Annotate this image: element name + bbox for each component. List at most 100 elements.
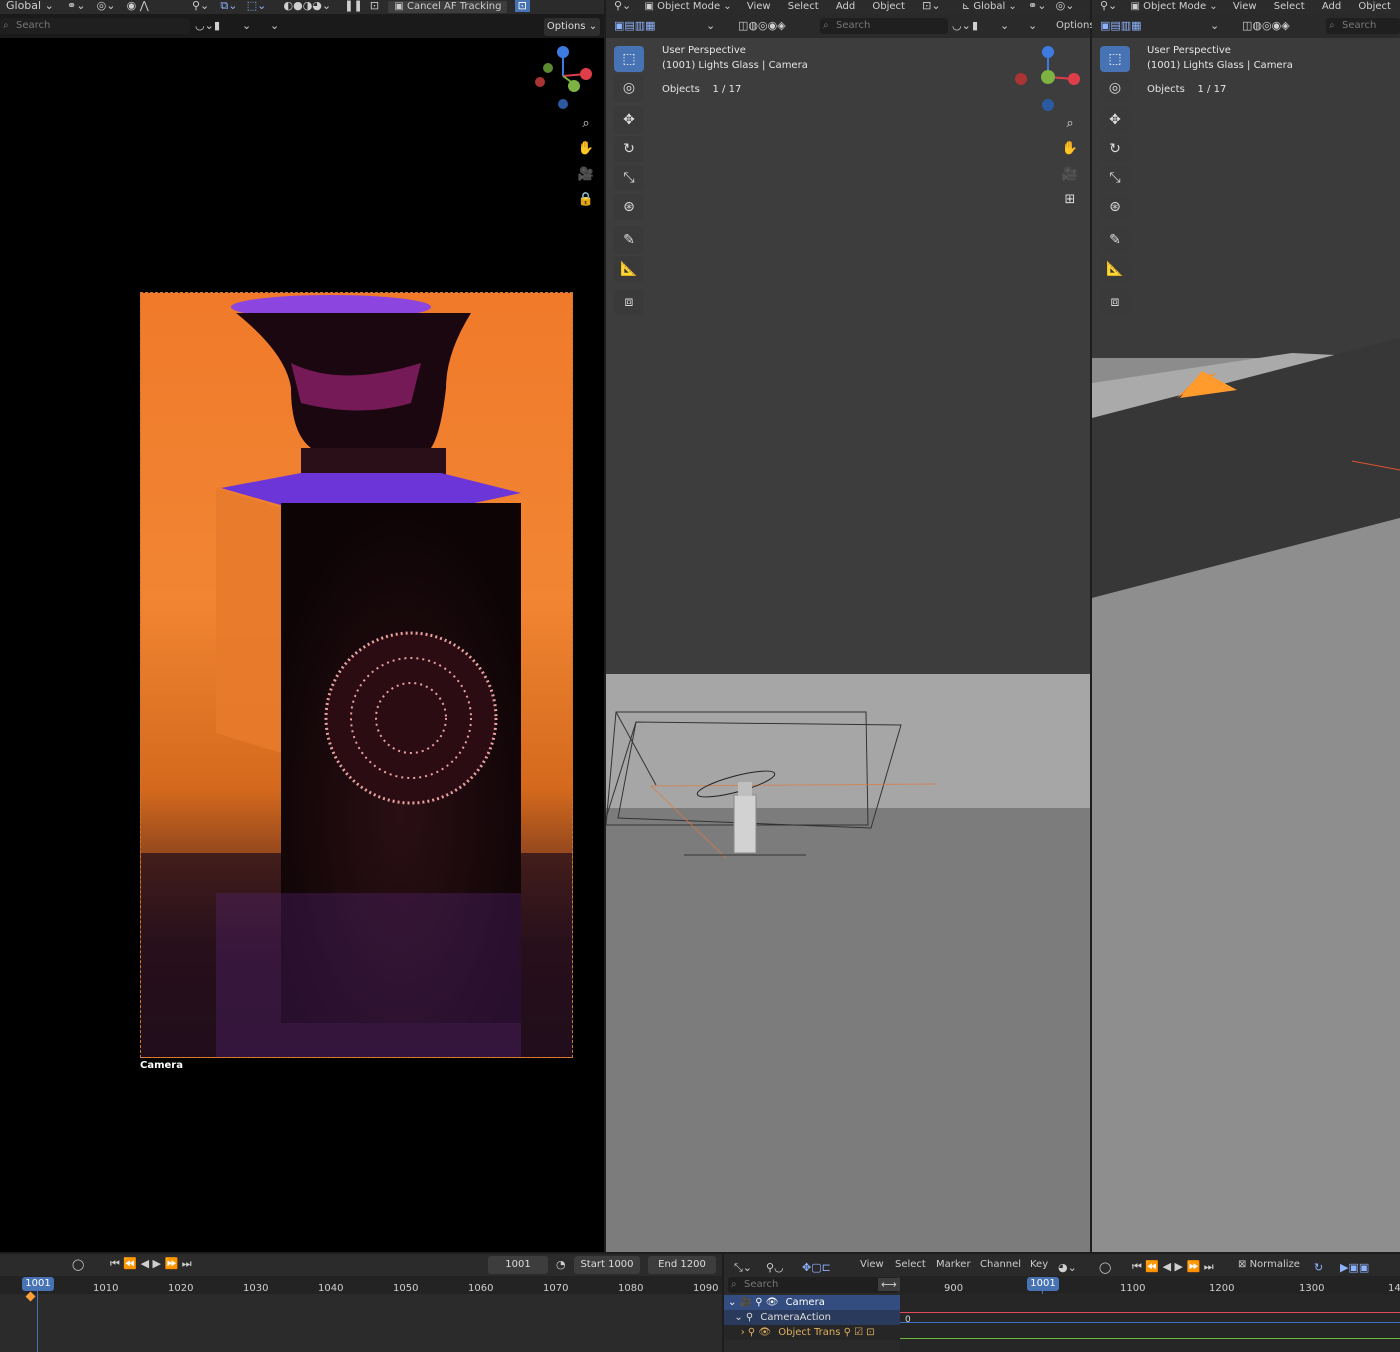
xray-icon[interactable]: ⬚⌄ [247, 0, 267, 12]
tool-annotate[interactable]: ✎ [1100, 227, 1130, 253]
bookmark-icon[interactable]: ▮ [972, 19, 978, 32]
tool-scale[interactable]: ⤡ [1100, 165, 1130, 191]
cancel-af-tracking-button[interactable]: ▣ Cancel AF Tracking [388, 1, 508, 13]
cursor-mode-icons[interactable]: ▶▣▣ [1340, 1258, 1369, 1278]
select-mode-icons[interactable]: ▣▤▥▦ [614, 19, 656, 32]
record-icon[interactable]: ◯ [72, 1258, 84, 1271]
tool-measure[interactable]: 📐 [614, 256, 644, 282]
chevron-down-icon[interactable]: ⌄ [1210, 19, 1219, 32]
chevron-down-icon[interactable]: ⌄ [242, 19, 251, 32]
menu-view[interactable]: View [747, 1, 771, 13]
menu-select[interactable]: Select [1274, 1, 1305, 13]
menu-add[interactable]: Add [836, 1, 855, 13]
tool-transform[interactable]: ⊛ [614, 194, 644, 220]
tool-rotate[interactable]: ↻ [1100, 136, 1130, 162]
bookmark-icon[interactable]: ▮ [214, 19, 220, 32]
editor-type-icon[interactable]: ⤡⌄ [734, 1258, 752, 1278]
shading-modes-icon[interactable]: ◐●◑◕⌄ [284, 0, 332, 12]
menu-select[interactable]: Select [895, 1255, 926, 1275]
tool-cursor[interactable]: ◎ [614, 75, 644, 101]
menu-key[interactable]: Key [1030, 1255, 1048, 1275]
menu-view[interactable]: View [860, 1255, 884, 1275]
start-frame-field[interactable]: Start 1000 [574, 1256, 640, 1274]
af-icon[interactable]: ⊡ [370, 0, 379, 12]
current-frame-field[interactable]: 1001 [488, 1256, 548, 1274]
menu-object[interactable]: Object [872, 1, 905, 13]
playhead-badge[interactable]: 1001 [22, 1277, 54, 1291]
axis-gizmo[interactable] [528, 44, 598, 114]
hand-icon[interactable]: ✋ [1058, 137, 1082, 161]
zoom-icon[interactable]: ⌕ [1058, 112, 1082, 136]
channel-search-input[interactable]: ⌕ Search [728, 1277, 898, 1293]
editor-type-icon[interactable]: ⚲⌄ [1100, 0, 1117, 12]
tool-add-cube[interactable]: ⧈ [614, 289, 644, 315]
interpolation-icon[interactable]: ◕⌄ [1058, 1258, 1077, 1278]
tool-scale[interactable]: ⤡ [614, 165, 644, 191]
chevron-down-icon[interactable]: ⌄ [270, 19, 279, 32]
zoom-icon[interactable]: ⌕ [574, 112, 598, 136]
chevron-down-icon[interactable]: ⌄ [1028, 19, 1037, 32]
grid-icon[interactable]: ⊞ [1058, 188, 1082, 212]
lock-icon[interactable]: 🔒 [574, 188, 598, 212]
menu-view[interactable]: View [1233, 1, 1257, 13]
camera-icon[interactable]: 🎥 [1058, 163, 1082, 187]
right-search-input[interactable]: ⌕ Search [1326, 18, 1400, 34]
menu-add[interactable]: Add [1322, 1, 1341, 13]
left-search-input[interactable]: ⌕ Search [0, 18, 190, 34]
orientation-dropdown[interactable]: Global ⌄ [6, 0, 54, 12]
pivot-icon[interactable]: ⚭⌄ [1028, 0, 1046, 12]
gizmo-icon[interactable]: ⚲⌄ [192, 0, 209, 12]
visibility-icons[interactable]: ◫◍◎◉◈ [738, 19, 786, 32]
menu-object[interactable]: Object [1358, 1, 1391, 13]
menu-channel[interactable]: Channel [980, 1255, 1021, 1275]
channel-row-camera[interactable]: ⌄ 🎥 ⚲ 👁 Camera [724, 1295, 900, 1310]
snap-icon[interactable]: ◎⌄ [1056, 0, 1075, 12]
axis-gizmo[interactable] [1012, 44, 1084, 114]
tool-rotate[interactable]: ↻ [614, 136, 644, 162]
object-mode-dropdown[interactable]: ▣ Object Mode ⌄ [644, 1, 731, 13]
stopwatch-icon[interactable]: ◔ [556, 1258, 566, 1271]
tool-cursor[interactable]: ◎ [1100, 75, 1130, 101]
end-frame-field[interactable]: End 1200 [648, 1256, 716, 1274]
camera-toggle-icon[interactable]: ⊡ [514, 0, 530, 12]
options-dropdown[interactable]: Options ⌄ [544, 18, 600, 36]
object-mode-dropdown[interactable]: ▣ Object Mode ⌄ [1130, 1, 1217, 13]
swap-icon[interactable]: ⟷ [878, 1278, 900, 1291]
pause-icon[interactable]: ❚❚ [344, 0, 362, 12]
graph-playhead-badge[interactable]: 1001 [1027, 1277, 1059, 1291]
tool-add-cube[interactable]: ⧈ [1100, 289, 1130, 315]
pivot-icon[interactable]: ⚭⌄ [67, 0, 85, 12]
tool-annotate[interactable]: ✎ [614, 227, 644, 253]
snap-icon[interactable]: ◎⌄ [97, 0, 116, 12]
tool-measure[interactable]: 📐 [1100, 256, 1130, 282]
select-mode-icons[interactable]: ▣▤▥▦ [1100, 19, 1142, 32]
playback-controls[interactable]: ⏮ ⏪ ◀ ▶ ⏩ ⏭ [110, 1257, 192, 1271]
proportional-icon[interactable]: ◉ ⋀ [127, 0, 149, 12]
playback-controls[interactable]: ⏮ ⏪ ◀ ▶ ⏩ ⏭ [1132, 1257, 1214, 1277]
record-icon[interactable]: ◯ [1099, 1258, 1111, 1278]
tool-select-box[interactable]: ⬚ [1100, 46, 1130, 72]
orientation-dropdown[interactable]: ⊾ Global ⌄ [962, 1, 1017, 13]
tool-select-box[interactable]: ⬚ [614, 46, 644, 72]
overlay-icon[interactable]: ⧉⌄ [220, 0, 237, 12]
menu-select[interactable]: Select [788, 1, 819, 13]
filter-icon[interactable]: ◡⌄ [195, 19, 214, 32]
tool-transform[interactable]: ⊛ [1100, 194, 1130, 220]
filter-icons[interactable]: ✥▢⊏ [802, 1258, 831, 1278]
tool-move[interactable]: ✥ [1100, 107, 1130, 133]
graph-area[interactable] [900, 1294, 1400, 1352]
camera-icon[interactable]: 🎥 [574, 163, 598, 187]
normalize-toggle[interactable]: ⊠ Normalize [1238, 1255, 1300, 1275]
options-dropdown[interactable]: Options [1056, 20, 1095, 31]
visibility-icons[interactable]: ◫◍◎◉◈ [1242, 19, 1290, 32]
chevron-down-icon[interactable]: ⌄ [1000, 19, 1009, 32]
hand-icon[interactable]: ✋ [574, 137, 598, 161]
menu-marker[interactable]: Marker [936, 1255, 971, 1275]
filter-icon[interactable]: ◡⌄ [952, 19, 971, 32]
channel-row-object-transform[interactable]: › ⚲ 👁 Object Trans ⚲ ☑ ⊡ [724, 1325, 900, 1340]
channel-row-cameraaction[interactable]: ⌄ ⚲ CameraAction [724, 1310, 900, 1325]
middle-search-input[interactable]: ⌕ Search [820, 18, 948, 34]
editor-type-icon[interactable]: ⚲⌄ [614, 0, 631, 12]
pin-icon[interactable]: ⚲◡ [766, 1258, 784, 1278]
tool-move[interactable]: ✥ [614, 107, 644, 133]
